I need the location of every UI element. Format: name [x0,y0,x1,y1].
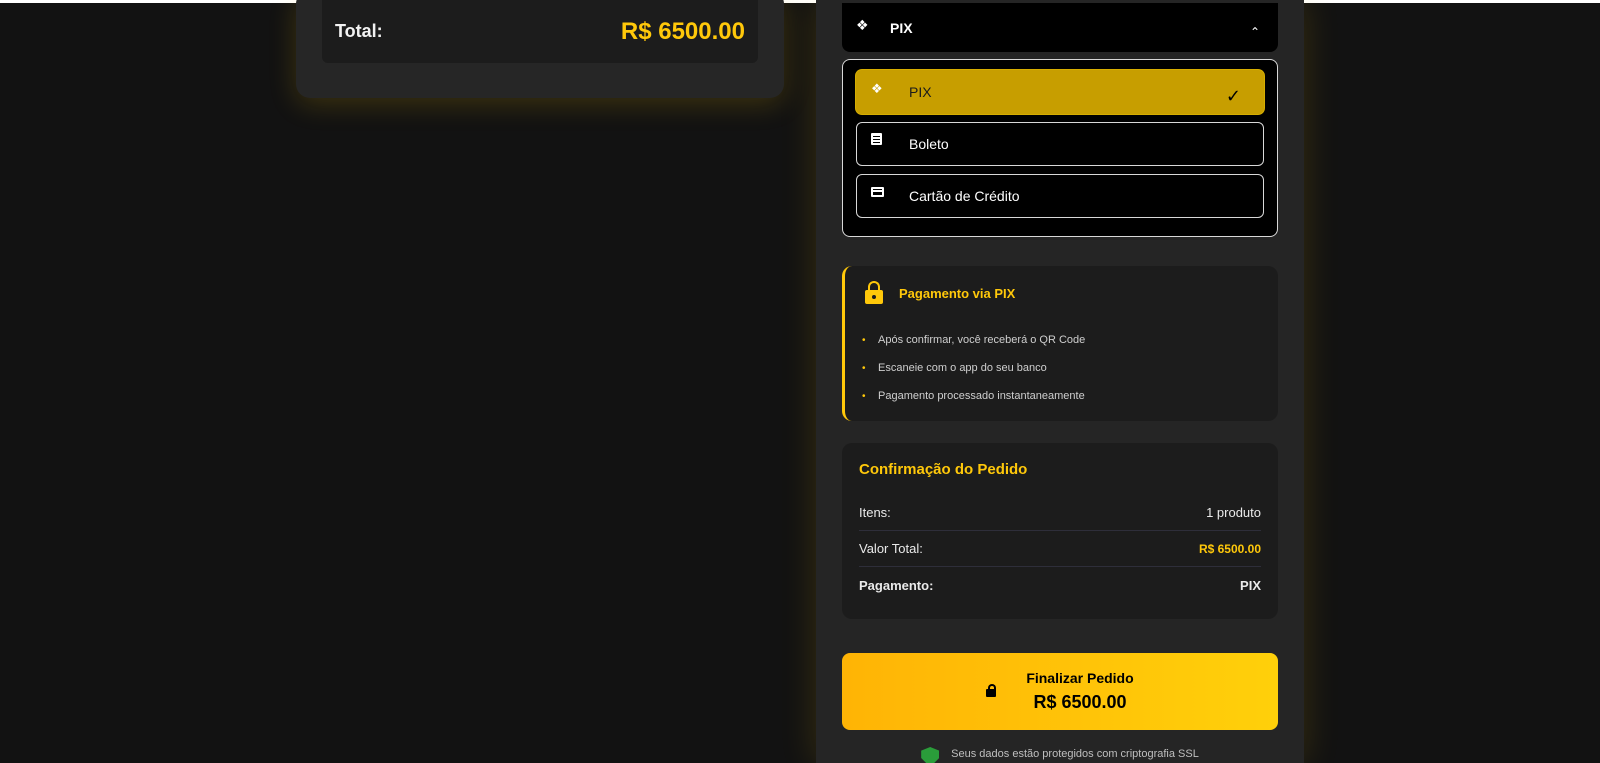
payment-option-label: Boleto [909,136,949,152]
payment-options-dropdown: ❖ PIX ✓ Boleto Cartão de Crédito [842,59,1278,237]
confirmation-row-payment: Pagamento: PIX [859,567,1261,603]
check-icon: ✓ [1225,85,1241,106]
pix-info-box: Pagamento via PIX • Após confirmar, você … [842,266,1278,421]
row-value: R$ 6500.00 [1198,541,1261,556]
row-label: Pagamento: [859,577,934,593]
pix-info-header: Pagamento via PIX [861,281,1262,304]
total-row: Total: R$ 6500.00 [322,0,758,63]
confirmation-row-items: Itens: 1 produto [859,495,1261,531]
finalize-order-button[interactable]: Finalizar Pedido R$ 6500.00 [842,653,1278,730]
document-icon [871,133,893,147]
ssl-note: Seus dados estão protegidos com criptogr… [842,744,1278,763]
total-value: R$ 6500.00 [620,17,745,45]
credit-card-icon [871,186,893,199]
button-text: Finalizar Pedido R$ 6500.00 [1026,670,1133,713]
list-item: • Pagamento processado instantaneamente [862,390,1085,402]
finalize-amount: R$ 6500.00 [1033,692,1127,712]
order-confirmation: Confirmação do Pedido Itens: 1 produto V… [842,443,1278,619]
payment-option-pix[interactable]: ❖ PIX ✓ [856,70,1264,114]
row-label: Valor Total: [859,541,923,556]
confirmation-title: Confirmação do Pedido [859,461,1028,478]
checkout-panel: ❖ PIX ⌃ ❖ PIX ✓ Boleto Cartão de Crédito… [816,0,1304,763]
confirmation-row-total: Valor Total: R$ 6500.00 [859,531,1261,567]
ssl-note-text: Seus dados estão protegidos com criptogr… [951,748,1199,760]
row-value: PIX [1240,577,1261,593]
payment-option-credit-card[interactable]: Cartão de Crédito [856,174,1264,218]
pix-info-title: Pagamento via PIX [899,285,1016,301]
lock-icon [865,281,883,304]
row-value: 1 produto [1206,505,1261,520]
top-border [0,0,1600,3]
list-item: • Após confirmar, você receberá o QR Code [862,334,1086,346]
total-label: Total: [335,21,383,41]
lock-icon [986,683,997,697]
payment-method-select[interactable]: ❖ PIX ⌃ [842,3,1278,52]
payment-option-label: Cartão de Crédito [909,188,1020,204]
pix-diamond-icon: ❖ [871,80,883,96]
list-item: • Escaneie com o app do seu banco [862,362,1047,374]
pix-info-list: • Após confirmar, você receberá o QR Code… [861,326,1262,410]
order-summary-card: Total: R$ 6500.00 [296,0,784,98]
shield-icon [921,747,940,763]
finalize-label: Finalizar Pedido [1026,670,1134,686]
selected-payment-label: PIX [890,19,913,36]
pix-diamond-icon: ❖ [856,16,869,33]
payment-option-label: PIX [909,84,932,100]
row-label: Itens: [859,505,891,520]
payment-option-boleto[interactable]: Boleto [856,122,1264,166]
chevron-up-icon: ⌃ [1249,24,1260,39]
